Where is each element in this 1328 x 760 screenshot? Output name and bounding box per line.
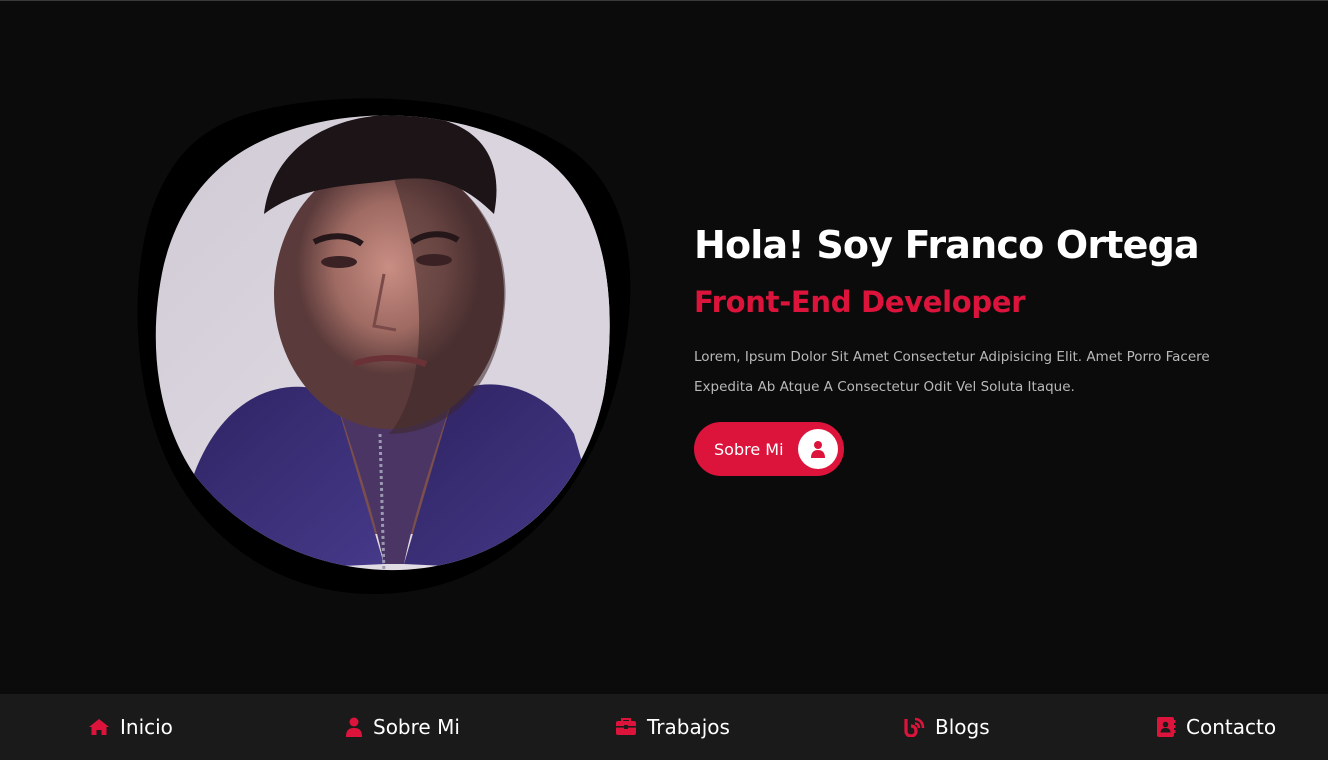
profile-image-frame: [137, 98, 631, 594]
nav-item-inicio[interactable]: Inicio: [88, 694, 173, 760]
nav-item-sobre-mi[interactable]: Sobre Mi: [345, 694, 460, 760]
nav-label-trabajos: Trabajos: [647, 715, 730, 739]
hero-subtitle: Front-End Developer: [694, 285, 1026, 319]
blog-icon: [903, 717, 925, 737]
user-icon: [797, 429, 838, 469]
nav-label-inicio: Inicio: [120, 715, 173, 739]
user-icon: [345, 717, 363, 737]
home-icon: [88, 718, 110, 736]
nav-label-blogs: Blogs: [935, 715, 990, 739]
nav-label-sobre-mi: Sobre Mi: [373, 715, 460, 739]
briefcase-icon: [615, 718, 637, 736]
about-me-button-label: Sobre Mi: [714, 439, 784, 459]
top-divider: [0, 0, 1328, 1]
about-me-button[interactable]: Sobre Mi: [694, 422, 844, 476]
bottom-nav: Inicio Sobre Mi Trabajos Blogs Contacto: [0, 694, 1328, 760]
contact-book-icon: [1156, 716, 1176, 738]
nav-label-contacto: Contacto: [1186, 715, 1277, 739]
profile-blob: [134, 94, 638, 596]
nav-item-blogs[interactable]: Blogs: [903, 694, 990, 760]
nav-item-contacto[interactable]: Contacto: [1156, 694, 1276, 760]
hero-description: Lorem, Ipsum Dolor Sit Amet Consectetur …: [694, 349, 1210, 395]
hero-title: Hola! Soy Franco Ortega: [694, 223, 1200, 267]
nav-item-trabajos[interactable]: Trabajos: [615, 694, 730, 760]
page: Hola! Soy Franco Ortega Front-End Develo…: [0, 0, 1328, 760]
hero-content: Hola! Soy Franco Ortega Front-End Develo…: [694, 222, 1254, 476]
